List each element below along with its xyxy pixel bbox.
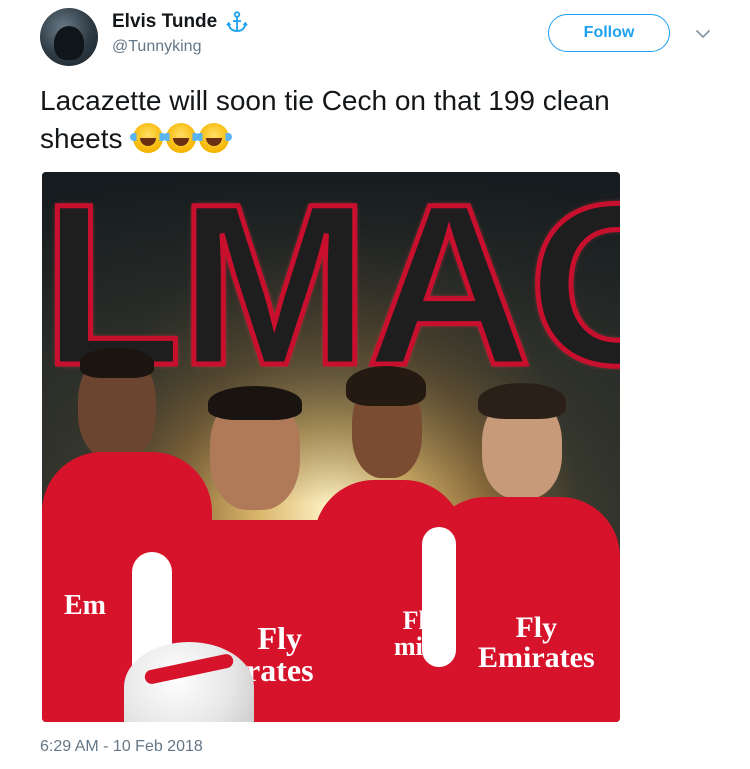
lmao-letter: O <box>526 172 620 413</box>
chevron-down-icon[interactable] <box>693 24 713 44</box>
follow-button[interactable]: Follow <box>548 14 670 52</box>
sponsor-text: Em <box>64 590 106 621</box>
sponsor-text: Fly rates <box>246 620 314 688</box>
avatar[interactable] <box>40 8 98 66</box>
tears-of-joy-emoji-icon <box>163 123 200 153</box>
tweet-text: Lacazette will soon tie Cech on that 199… <box>40 82 690 158</box>
author-name-row[interactable]: Elvis Tunde <box>112 10 249 34</box>
tears-of-joy-emoji-icon <box>130 123 167 153</box>
sponsor-text: Fly Emirates <box>478 611 595 674</box>
tears-of-joy-emoji-icon <box>196 123 233 153</box>
user-handle[interactable]: @Tunnyking <box>112 38 201 56</box>
player-figure: Fly Emirates <box>422 377 620 722</box>
football <box>124 642 254 722</box>
display-name[interactable]: Elvis Tunde <box>112 11 217 33</box>
lmao-letter: A <box>364 172 535 413</box>
tweet-timestamp[interactable]: 6:29 AM - 10 Feb 2018 <box>40 738 203 756</box>
tweet-body: Lacazette will soon tie Cech on that 199… <box>40 85 610 154</box>
tweet-media-image[interactable]: L M A O Em Fl mir Fly Emirates Fly rates <box>42 172 620 722</box>
anchor-icon <box>226 11 248 32</box>
